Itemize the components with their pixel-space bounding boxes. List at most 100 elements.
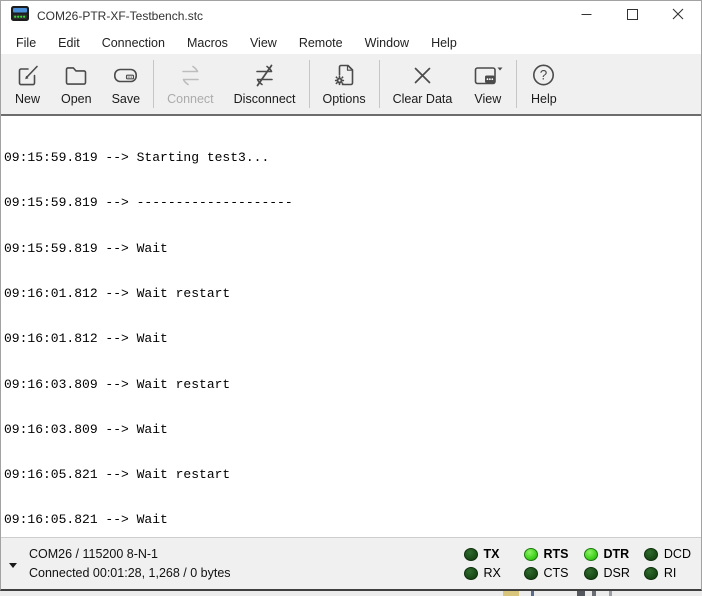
dcd-led-icon xyxy=(644,548,658,561)
tool-label: Help xyxy=(531,92,557,106)
menu-help[interactable]: Help xyxy=(420,33,468,53)
svg-text:?: ? xyxy=(540,68,548,83)
caption-buttons xyxy=(563,1,701,31)
indicator-rts: RTS xyxy=(524,547,570,561)
maximize-button[interactable] xyxy=(609,1,655,31)
status-bar: COM26 / 115200 8-N-1 Connected 00:01:28,… xyxy=(1,537,701,589)
toolbar: New Open Save xyxy=(1,54,701,116)
toolbar-separator xyxy=(379,60,380,108)
tool-label: Connect xyxy=(167,92,214,106)
menu-bar: File Edit Connection Macros View Remote … xyxy=(1,31,701,54)
rx-led-icon xyxy=(464,567,478,580)
indicator-dsr: DSR xyxy=(584,566,630,580)
close-button[interactable] xyxy=(655,1,701,31)
indicator-rx: RX xyxy=(464,566,510,580)
log-line: 09:16:03.809 --> Wait xyxy=(4,422,698,437)
indicator-dtr: DTR xyxy=(584,547,630,561)
tool-label: Save xyxy=(112,92,141,106)
open-button[interactable]: Open xyxy=(51,56,102,112)
connect-button[interactable]: Connect xyxy=(157,56,224,112)
view-button[interactable]: View xyxy=(462,56,513,112)
clear-x-icon xyxy=(409,62,436,89)
indicator-cts: CTS xyxy=(524,566,570,580)
app-icon xyxy=(11,6,29,26)
open-folder-icon xyxy=(63,62,90,89)
log-line: 09:15:59.819 --> Starting test3... xyxy=(4,150,698,165)
log-line: 09:15:59.819 --> -------------------- xyxy=(4,195,698,210)
tool-label: Clear Data xyxy=(393,92,453,106)
log-line: 09:15:59.819 --> Wait xyxy=(4,241,698,256)
connection-stats-text: Connected 00:01:28, 1,268 / 0 bytes xyxy=(29,564,231,583)
menu-window[interactable]: Window xyxy=(354,33,420,53)
clear-data-button[interactable]: Clear Data xyxy=(383,56,463,112)
menu-macros[interactable]: Macros xyxy=(176,33,239,53)
connection-status: COM26 / 115200 8-N-1 Connected 00:01:28,… xyxy=(29,545,231,583)
save-drive-icon xyxy=(112,62,139,89)
rts-led-icon xyxy=(524,548,538,561)
log-line: 09:16:01.812 --> Wait restart xyxy=(4,286,698,301)
tool-label: Options xyxy=(323,92,366,106)
maximize-icon xyxy=(627,7,638,25)
dropdown-caret xyxy=(498,68,503,71)
tool-label: New xyxy=(15,92,40,106)
options-button[interactable]: Options xyxy=(313,56,376,112)
port-settings-text: COM26 / 115200 8-N-1 xyxy=(29,545,231,564)
tool-label: Disconnect xyxy=(234,92,296,106)
dsr-label: DSR xyxy=(604,566,630,580)
connect-arrows-icon xyxy=(177,62,204,89)
menu-connection[interactable]: Connection xyxy=(91,33,176,53)
menu-file[interactable]: File xyxy=(5,33,47,53)
log-line: 09:16:01.812 --> Wait xyxy=(4,331,698,346)
app-window: COM26-PTR-XF-Testbench.stc File Edit Co xyxy=(0,0,702,591)
rx-label: RX xyxy=(484,566,501,580)
desktop-fragment xyxy=(609,591,612,596)
desktop-fragment xyxy=(503,591,519,596)
desktop-fragment xyxy=(531,591,534,596)
disconnect-arrows-icon xyxy=(251,62,278,89)
desktop-fragment xyxy=(592,591,596,596)
close-icon xyxy=(672,7,684,25)
help-button[interactable]: ? Help xyxy=(520,56,567,112)
minimize-button[interactable] xyxy=(563,1,609,31)
window-title: COM26-PTR-XF-Testbench.stc xyxy=(37,9,203,23)
tool-label: View xyxy=(474,92,501,106)
disconnect-button[interactable]: Disconnect xyxy=(224,56,306,112)
indicator-ri: RI xyxy=(644,566,691,580)
menu-edit[interactable]: Edit xyxy=(47,33,91,53)
new-document-icon xyxy=(14,62,41,89)
toolbar-separator xyxy=(153,60,154,108)
cts-led-icon xyxy=(524,567,538,580)
tool-label: Open xyxy=(61,92,92,106)
ri-label: RI xyxy=(664,566,677,580)
log-line: 09:16:05.821 --> Wait xyxy=(4,512,698,527)
dcd-label: DCD xyxy=(664,547,691,561)
save-button[interactable]: Save xyxy=(102,56,151,112)
tx-led-icon xyxy=(464,548,478,561)
new-button[interactable]: New xyxy=(4,56,51,112)
log-output[interactable]: 09:15:59.819 --> Starting test3... 09:15… xyxy=(1,116,701,537)
desktop-sliver xyxy=(0,591,702,596)
toolbar-separator xyxy=(516,60,517,108)
cts-label: CTS xyxy=(544,566,569,580)
log-line: 09:16:05.821 --> Wait restart xyxy=(4,467,698,482)
options-gear-icon xyxy=(331,62,358,89)
dtr-led-icon xyxy=(584,548,598,561)
view-window-icon xyxy=(472,62,503,89)
help-question-icon: ? xyxy=(530,62,557,89)
minimize-icon xyxy=(581,7,592,25)
tx-label: TX xyxy=(484,547,500,561)
status-expander-icon[interactable] xyxy=(9,563,17,568)
ri-led-icon xyxy=(644,567,658,580)
rts-label: RTS xyxy=(544,547,569,561)
menu-view[interactable]: View xyxy=(239,33,288,53)
desktop-fragment xyxy=(577,591,585,596)
menu-remote[interactable]: Remote xyxy=(288,33,354,53)
dtr-label: DTR xyxy=(604,547,630,561)
toolbar-separator xyxy=(309,60,310,108)
indicator-dcd: DCD xyxy=(644,547,691,561)
log-line: 09:16:03.809 --> Wait restart xyxy=(4,377,698,392)
title-bar[interactable]: COM26-PTR-XF-Testbench.stc xyxy=(1,1,701,31)
indicator-tx: TX xyxy=(464,547,510,561)
line-state-indicators: TX RTS DTR DCD RX CTS xyxy=(464,545,692,583)
dsr-led-icon xyxy=(584,567,598,580)
